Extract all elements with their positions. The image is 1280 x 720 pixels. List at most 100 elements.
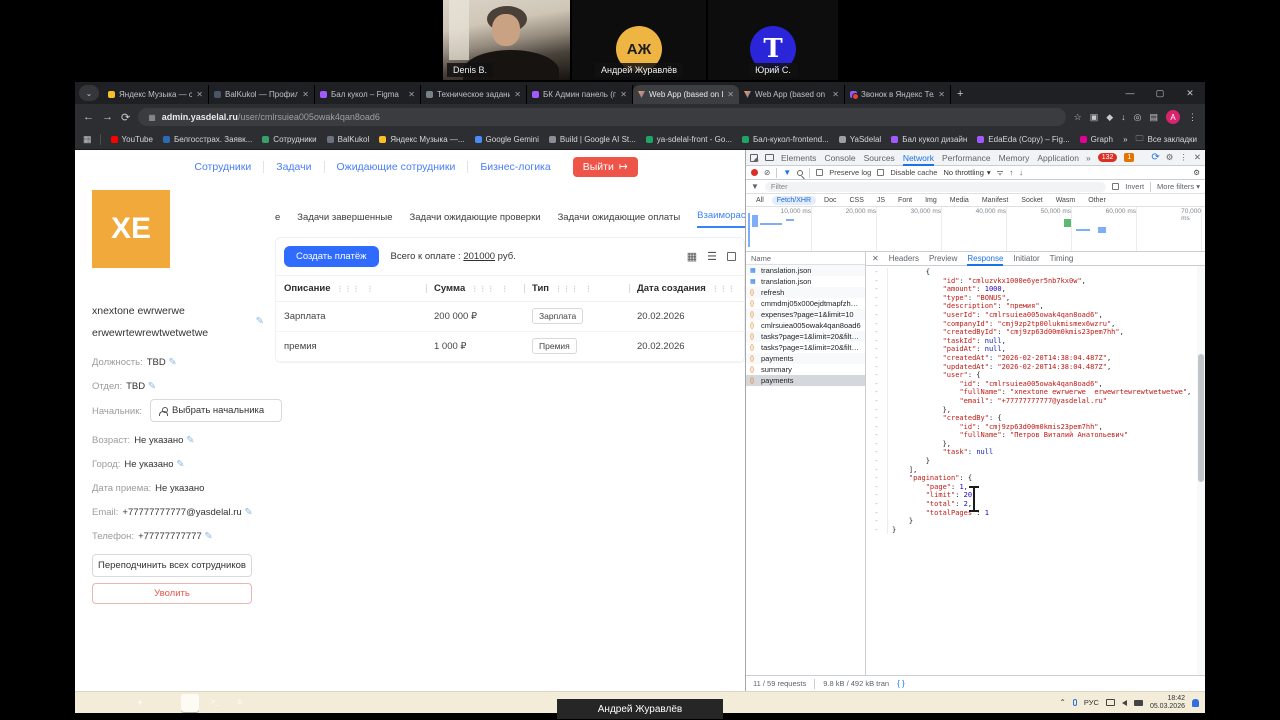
speaker-icon[interactable] bbox=[1121, 699, 1127, 706]
logout-button[interactable]: Выйти ↦ bbox=[572, 157, 638, 177]
devtools-close-icon[interactable]: ✕ bbox=[1194, 152, 1201, 163]
display-icon[interactable] bbox=[1105, 699, 1115, 706]
bookmark-item[interactable]: YaSdelal bbox=[838, 135, 881, 144]
devtools-tab[interactable]: Console bbox=[824, 150, 855, 166]
clear-icon[interactable]: ⊘ bbox=[764, 168, 770, 177]
fire-button[interactable]: Уволить bbox=[92, 583, 252, 604]
bookmarks-overflow-chevron[interactable]: » bbox=[1123, 135, 1127, 144]
request-row[interactable]: {} summary bbox=[746, 364, 865, 375]
taskbar-app[interactable]: >_ bbox=[206, 694, 224, 712]
bookmark-item[interactable]: BalKukol bbox=[326, 135, 369, 144]
search-icon[interactable] bbox=[797, 169, 804, 176]
type-chip[interactable]: Doc bbox=[819, 196, 841, 205]
sync-icon[interactable]: ⟳ bbox=[1151, 152, 1159, 163]
tab-close-icon[interactable]: ✕ bbox=[620, 90, 627, 99]
tray-expand-icon[interactable]: ⌃ bbox=[1059, 698, 1066, 707]
devtools-tab[interactable]: Elements bbox=[781, 150, 816, 166]
close-request-icon[interactable]: ✕ bbox=[872, 254, 879, 263]
tab-search-button[interactable]: ⌄ bbox=[79, 85, 99, 101]
sub-tab[interactable]: Взаиморасчеты bbox=[697, 210, 745, 228]
request-row[interactable]: {} tasks?page=1&limit=20&filters%5... bbox=[746, 331, 865, 342]
notifications-bell-icon[interactable] bbox=[1192, 698, 1199, 707]
bookmark-item[interactable]: Сотрудники bbox=[262, 135, 317, 144]
type-chip[interactable]: Media bbox=[945, 196, 974, 205]
fullscreen-icon[interactable] bbox=[727, 252, 736, 261]
tab-close-icon[interactable]: ✕ bbox=[408, 90, 415, 99]
requests-header[interactable]: Name bbox=[746, 252, 865, 265]
column-menu-icon[interactable]: ⋮ bbox=[501, 286, 509, 293]
microphone-icon[interactable] bbox=[1072, 699, 1077, 706]
profile-avatar[interactable]: A bbox=[1166, 110, 1180, 124]
sub-tab[interactable]: Задачи ожидающие проверки bbox=[410, 212, 541, 228]
browser-tab[interactable]: Техническое задание: А ✕ bbox=[421, 85, 527, 104]
edit-name-icon[interactable]: ✎ bbox=[256, 311, 264, 333]
all-bookmarks[interactable]: 🗀 Все закладки bbox=[1136, 133, 1197, 147]
sub-tab[interactable]: Задачи ожидающие оплаты bbox=[558, 212, 681, 228]
import-har-icon[interactable]: ↑ bbox=[1010, 168, 1014, 177]
extension-icon[interactable]: ▣ bbox=[1090, 112, 1099, 123]
drag-dots-icon[interactable]: ⋮⋮⋮ bbox=[712, 286, 736, 293]
taskbar-app[interactable] bbox=[81, 694, 99, 712]
browser-tab[interactable]: BalKukol — Профиль ✕ bbox=[209, 85, 315, 104]
sub-tab[interactable]: е bbox=[275, 212, 280, 228]
tab-close-icon[interactable]: ✕ bbox=[938, 90, 945, 99]
site-info-icon[interactable]: ▦ bbox=[148, 113, 156, 122]
disable-cache-checkbox[interactable] bbox=[877, 169, 885, 176]
type-chip[interactable]: Wasm bbox=[1051, 196, 1081, 205]
request-row[interactable]: ▦ translation.json bbox=[746, 276, 865, 287]
camera-icon[interactable] bbox=[1133, 699, 1143, 706]
payment-row[interactable]: премия 1 000 ₽ Премия 20.02.2026 bbox=[276, 331, 745, 362]
bookmark-item[interactable]: Бал-кукол-frontend... bbox=[741, 135, 829, 144]
shield-icon[interactable]: ◆ bbox=[1106, 112, 1113, 123]
bookmark-item[interactable]: GraphQL Playground bbox=[1079, 135, 1113, 144]
filter-input[interactable]: Filter bbox=[764, 181, 1107, 192]
type-chip[interactable]: Socket bbox=[1016, 196, 1047, 205]
type-chip[interactable]: All bbox=[751, 196, 769, 205]
bookmark-item[interactable]: Яндекс Музыка —... bbox=[379, 135, 465, 144]
drag-dots-icon[interactable]: ⋮⋮⋮ bbox=[555, 286, 579, 293]
warning-badge[interactable]: 1 bbox=[1124, 153, 1135, 162]
request-row[interactable]: {} payments bbox=[746, 375, 865, 386]
column-header[interactable]: Тип ⋮⋮⋮ ⋮ bbox=[524, 275, 629, 302]
filter-funnel-icon[interactable]: ▼ bbox=[783, 168, 791, 177]
type-chip[interactable]: Manifest bbox=[977, 196, 1013, 205]
settings-gear-icon[interactable]: ⚙ bbox=[1166, 152, 1174, 163]
type-chip[interactable]: Other bbox=[1083, 196, 1111, 205]
tab-close-icon[interactable]: ✕ bbox=[514, 90, 521, 99]
devtools-tab[interactable]: Network bbox=[903, 150, 934, 166]
bookmark-star-icon[interactable]: ☆ bbox=[1074, 112, 1082, 123]
bookmark-item[interactable]: Бал кукол дизайн bbox=[891, 135, 967, 144]
column-header[interactable]: Описание ⋮⋮⋮ ⋮ bbox=[276, 275, 426, 302]
nav-link[interactable]: Задачи bbox=[264, 161, 325, 173]
taskbar-app[interactable] bbox=[181, 693, 199, 712]
format-json-icon[interactable]: { } bbox=[897, 679, 905, 688]
column-menu-icon[interactable]: ⋮ bbox=[585, 286, 593, 293]
downloads-icon[interactable]: ↓ bbox=[1121, 112, 1126, 122]
browser-tab[interactable]: Web App (based on LiteF ✕ bbox=[739, 85, 845, 104]
response-tab[interactable]: Timing bbox=[1050, 252, 1074, 266]
response-tab[interactable]: Preview bbox=[929, 252, 957, 266]
create-payment-button[interactable]: Создать платёж bbox=[284, 246, 379, 267]
record-network-icon[interactable] bbox=[751, 169, 758, 176]
request-row[interactable]: ▦ translation.json bbox=[746, 265, 865, 276]
forward-icon[interactable]: → bbox=[102, 111, 113, 123]
back-icon[interactable]: ← bbox=[83, 111, 94, 123]
bookmark-item[interactable]: Google Gemini bbox=[474, 135, 539, 144]
taskbar-app[interactable]: b bbox=[231, 694, 249, 712]
drag-dots-icon[interactable]: ⋮⋮⋮ bbox=[471, 286, 495, 293]
edit-field-icon[interactable]: ✎ bbox=[176, 459, 184, 470]
preserve-log-checkbox[interactable] bbox=[816, 169, 824, 176]
export-har-icon[interactable]: ↓ bbox=[1019, 168, 1023, 177]
taskbar-app[interactable] bbox=[156, 694, 174, 712]
menu-icon[interactable]: ⋮ bbox=[1188, 112, 1197, 123]
minimize-button[interactable]: — bbox=[1115, 88, 1145, 98]
edit-field-icon[interactable]: ✎ bbox=[148, 381, 156, 392]
edit-field-icon[interactable]: ✎ bbox=[244, 507, 252, 518]
list-view-icon[interactable]: ☰ bbox=[707, 250, 717, 263]
apps-grid-icon[interactable]: ▦ bbox=[83, 134, 101, 145]
error-badge[interactable]: 132 bbox=[1097, 153, 1118, 162]
taskbar-app[interactable] bbox=[106, 694, 124, 712]
request-row[interactable]: {} refresh bbox=[746, 287, 865, 298]
bookmark-item[interactable]: YouTube bbox=[110, 135, 153, 144]
nav-link[interactable]: Сотрудники bbox=[182, 161, 265, 173]
